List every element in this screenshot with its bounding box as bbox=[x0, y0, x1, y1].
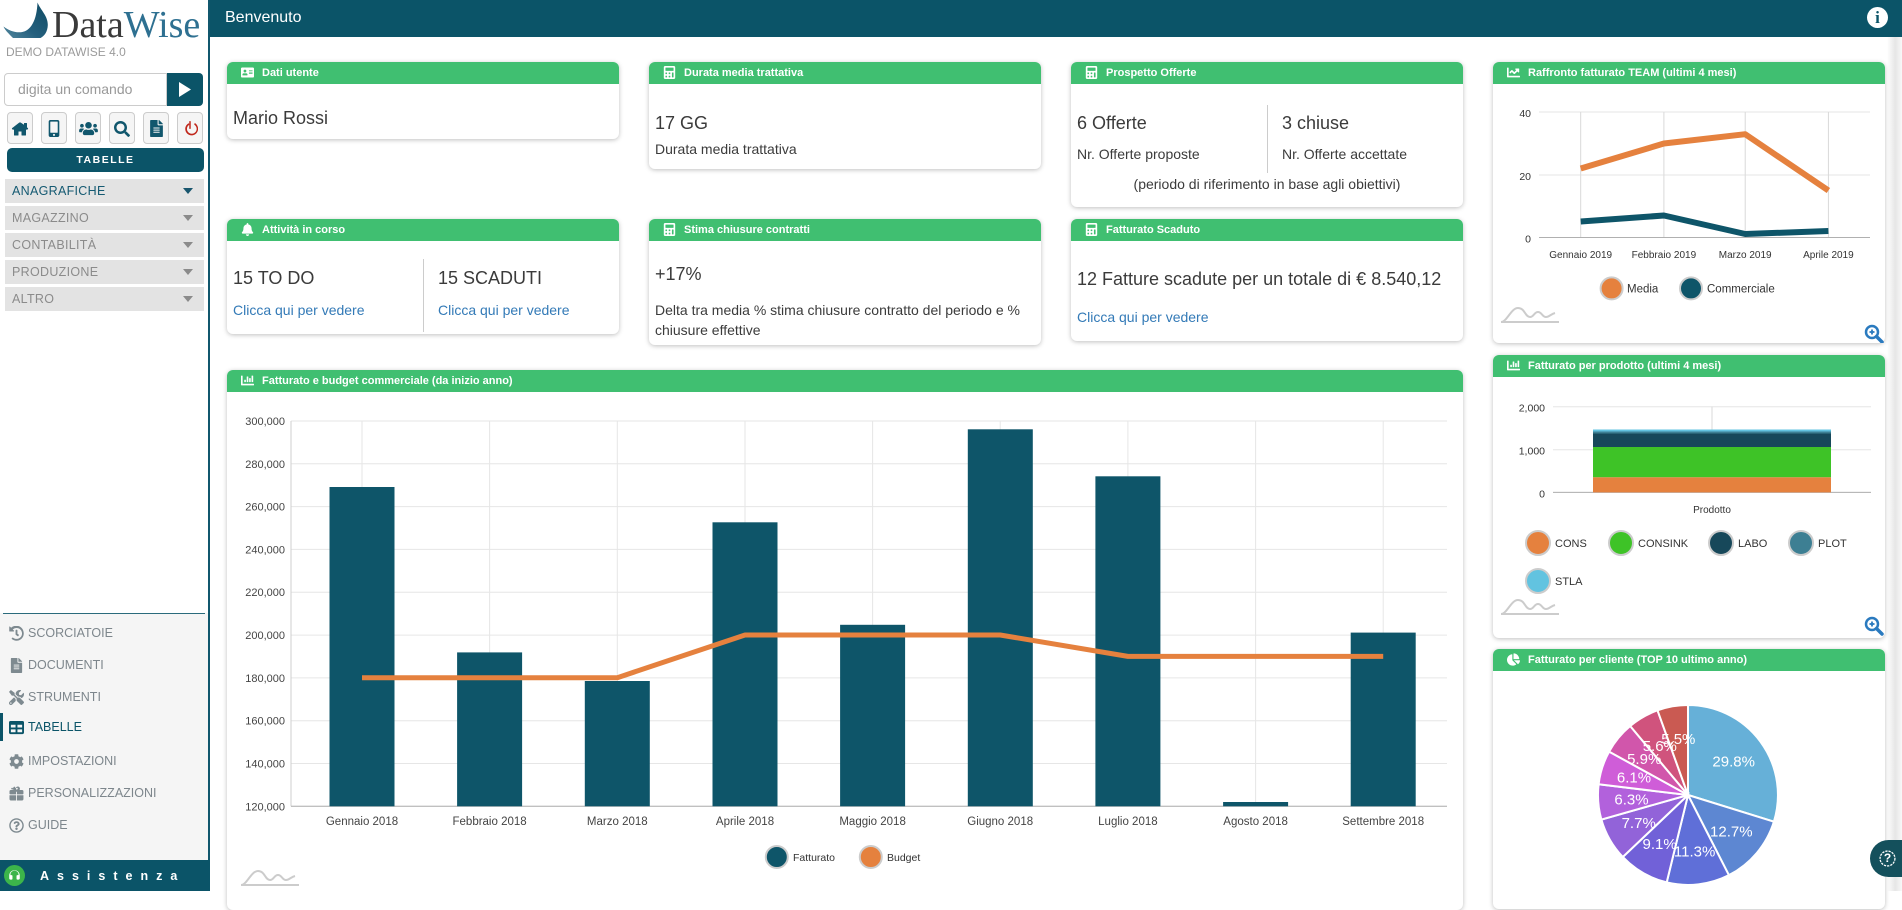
svg-text:220,000: 220,000 bbox=[245, 587, 285, 599]
svg-text:7.7%: 7.7% bbox=[1622, 815, 1656, 832]
svg-text:STLA: STLA bbox=[1555, 576, 1583, 588]
svg-text:Marzo 2019: Marzo 2019 bbox=[1719, 250, 1772, 261]
svg-text:280,000: 280,000 bbox=[245, 459, 285, 471]
svg-text:300,000: 300,000 bbox=[245, 416, 285, 428]
svg-text:Aprile 2018: Aprile 2018 bbox=[716, 816, 774, 828]
svg-text:Gennaio 2019: Gennaio 2019 bbox=[1549, 250, 1612, 261]
svg-text:Marzo 2018: Marzo 2018 bbox=[587, 816, 648, 828]
svg-text:Luglio 2018: Luglio 2018 bbox=[1098, 816, 1157, 828]
svg-text:Settembre 2018: Settembre 2018 bbox=[1342, 816, 1424, 828]
svg-text:29.8%: 29.8% bbox=[1712, 753, 1755, 770]
svg-text:12.7%: 12.7% bbox=[1710, 824, 1753, 841]
svg-text:260,000: 260,000 bbox=[245, 502, 285, 514]
svg-text:160,000: 160,000 bbox=[245, 716, 285, 728]
svg-text:11.3%: 11.3% bbox=[1674, 843, 1715, 860]
svg-text:9.1%: 9.1% bbox=[1642, 836, 1676, 853]
svg-text:PLOT: PLOT bbox=[1818, 538, 1847, 550]
svg-text:LABO: LABO bbox=[1738, 538, 1768, 550]
svg-text:0: 0 bbox=[1539, 488, 1545, 500]
svg-text:CONSINK: CONSINK bbox=[1638, 538, 1689, 550]
svg-text:Prodotto: Prodotto bbox=[1693, 505, 1731, 516]
svg-text:Febbraio 2019: Febbraio 2019 bbox=[1632, 250, 1697, 261]
svg-text:240,000: 240,000 bbox=[245, 544, 285, 556]
svg-text:120,000: 120,000 bbox=[245, 801, 285, 813]
svg-text:200,000: 200,000 bbox=[245, 630, 285, 642]
svg-text:Commerciale: Commerciale bbox=[1707, 283, 1775, 295]
svg-text:Aprile 2019: Aprile 2019 bbox=[1803, 250, 1854, 261]
svg-text:6.3%: 6.3% bbox=[1614, 791, 1648, 808]
svg-text:2,000: 2,000 bbox=[1519, 403, 1545, 415]
svg-text:40: 40 bbox=[1519, 108, 1531, 120]
svg-text:Agosto 2018: Agosto 2018 bbox=[1223, 816, 1288, 828]
svg-text:Fatturato: Fatturato bbox=[793, 852, 835, 864]
svg-text:CONS: CONS bbox=[1555, 538, 1587, 550]
svg-text:Febbraio 2018: Febbraio 2018 bbox=[453, 816, 527, 828]
svg-text:140,000: 140,000 bbox=[245, 759, 285, 771]
svg-text:1,000: 1,000 bbox=[1519, 446, 1545, 458]
svg-text:0: 0 bbox=[1525, 234, 1531, 246]
svg-text:Maggio 2018: Maggio 2018 bbox=[839, 816, 906, 828]
svg-text:6.1%: 6.1% bbox=[1617, 770, 1651, 787]
svg-text:Media: Media bbox=[1627, 283, 1659, 295]
svg-text:5.5%: 5.5% bbox=[1661, 731, 1695, 748]
svg-text:180,000: 180,000 bbox=[245, 673, 285, 685]
svg-text:20: 20 bbox=[1519, 171, 1531, 183]
svg-text:Gennaio 2018: Gennaio 2018 bbox=[326, 816, 398, 828]
svg-text:Budget: Budget bbox=[887, 852, 920, 864]
svg-text:Giugno 2018: Giugno 2018 bbox=[967, 816, 1033, 828]
